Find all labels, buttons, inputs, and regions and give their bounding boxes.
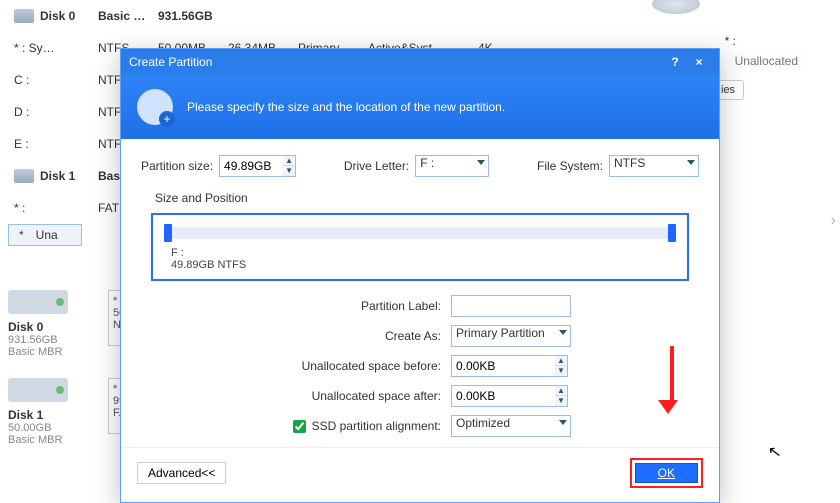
space-after-input[interactable]: [451, 385, 555, 407]
partition-size-stepper[interactable]: ▲▼: [219, 155, 296, 177]
dialog-titlebar[interactable]: Create Partition ? ×: [121, 49, 719, 75]
disk1-type: Basic MBR: [8, 434, 96, 446]
create-as-label: Create As:: [181, 329, 451, 343]
disk0-title: Disk 0: [8, 320, 96, 334]
partition-size-label: Partition size:: [141, 159, 213, 173]
disk-icon: [8, 290, 68, 314]
ribbon-text: Please specify the size and the location…: [187, 100, 505, 114]
ssd-align-select[interactable]: Optimized: [451, 415, 571, 437]
stepper-up-icon[interactable]: ▲: [283, 156, 295, 166]
dialog-ribbon: Please specify the size and the location…: [121, 75, 719, 139]
chevron-down-icon: [559, 420, 567, 425]
chevron-down-icon: [559, 330, 567, 335]
size-position-title: Size and Position: [155, 191, 699, 205]
chevron-down-icon: [477, 160, 485, 165]
range-handle-left[interactable]: [164, 224, 172, 242]
file-system-value: NTFS: [614, 156, 645, 170]
stepper-up-icon[interactable]: ▲: [555, 386, 567, 396]
partition-label-label: Partition Label:: [181, 299, 451, 313]
disk-icon: [8, 378, 68, 402]
partition-size-input[interactable]: [219, 155, 283, 177]
annotation-arrow-icon: [666, 346, 678, 414]
dialog-title: Create Partition: [129, 55, 212, 69]
partition-range-track[interactable]: [169, 227, 671, 239]
disk1-summary[interactable]: Disk 1 50.00GB Basic MBR: [8, 378, 96, 446]
close-icon[interactable]: ×: [687, 52, 711, 72]
space-before-input[interactable]: [451, 355, 555, 377]
stepper-down-icon[interactable]: ▼: [555, 396, 567, 406]
disk0-type: Basic MBR: [8, 346, 96, 358]
disk1-title: Disk 1: [8, 408, 96, 422]
track-letter: F :: [171, 247, 677, 259]
space-after-label: Unallocated space after:: [181, 389, 451, 403]
file-system-label: File System:: [537, 159, 603, 173]
create-partition-dialog: Create Partition ? × Please specify the …: [120, 48, 720, 503]
space-before-label: Unallocated space before:: [181, 359, 451, 373]
ssd-align-value: Optimized: [456, 416, 510, 430]
table-row[interactable]: *Una: [8, 224, 82, 246]
stepper-down-icon[interactable]: ▼: [283, 166, 295, 176]
size-position-box: F : 49.89GB NTFS: [151, 213, 689, 281]
stepper-up-icon[interactable]: ▲: [555, 356, 567, 366]
unallocated-label: Unallocated: [729, 52, 804, 70]
ssd-align-checkbox[interactable]: [293, 420, 306, 433]
drive-letter-select[interactable]: F :: [415, 155, 489, 177]
right-star: * :: [725, 34, 736, 48]
track-caption: 49.89GB NTFS: [171, 259, 677, 271]
chevron-down-icon: [687, 160, 695, 165]
ok-button[interactable]: OK: [635, 463, 698, 483]
drive-letter-value: F :: [420, 156, 434, 170]
disk1-size: 50.00GB: [8, 422, 96, 434]
stepper-down-icon[interactable]: ▼: [555, 366, 567, 376]
help-icon[interactable]: ?: [663, 52, 687, 72]
space-after-stepper[interactable]: ▲▼: [451, 385, 591, 407]
disk0-summary[interactable]: Disk 0 931.56GB Basic MBR: [8, 290, 96, 358]
create-as-value: Primary Partition: [456, 326, 545, 340]
drive-letter-label: Drive Letter:: [344, 159, 409, 173]
table-row[interactable]: Disk 0Basic …931.56GB: [8, 0, 832, 32]
disk0-size: 931.56GB: [8, 334, 96, 346]
ssd-align-label[interactable]: SSD partition alignment:: [312, 419, 451, 433]
range-handle-right[interactable]: [668, 224, 676, 242]
advanced-toggle[interactable]: Advanced<<: [137, 462, 226, 484]
mouse-cursor-icon: ↖: [767, 441, 783, 463]
partition-label-input[interactable]: [451, 295, 571, 317]
partition-add-icon: [137, 89, 173, 125]
space-before-stepper[interactable]: ▲▼: [451, 355, 591, 377]
chevron-right-icon[interactable]: ›: [831, 212, 836, 230]
file-system-select[interactable]: NTFS: [609, 155, 699, 177]
ok-highlight: OK: [630, 458, 703, 488]
create-as-select[interactable]: Primary Partition: [451, 325, 571, 347]
